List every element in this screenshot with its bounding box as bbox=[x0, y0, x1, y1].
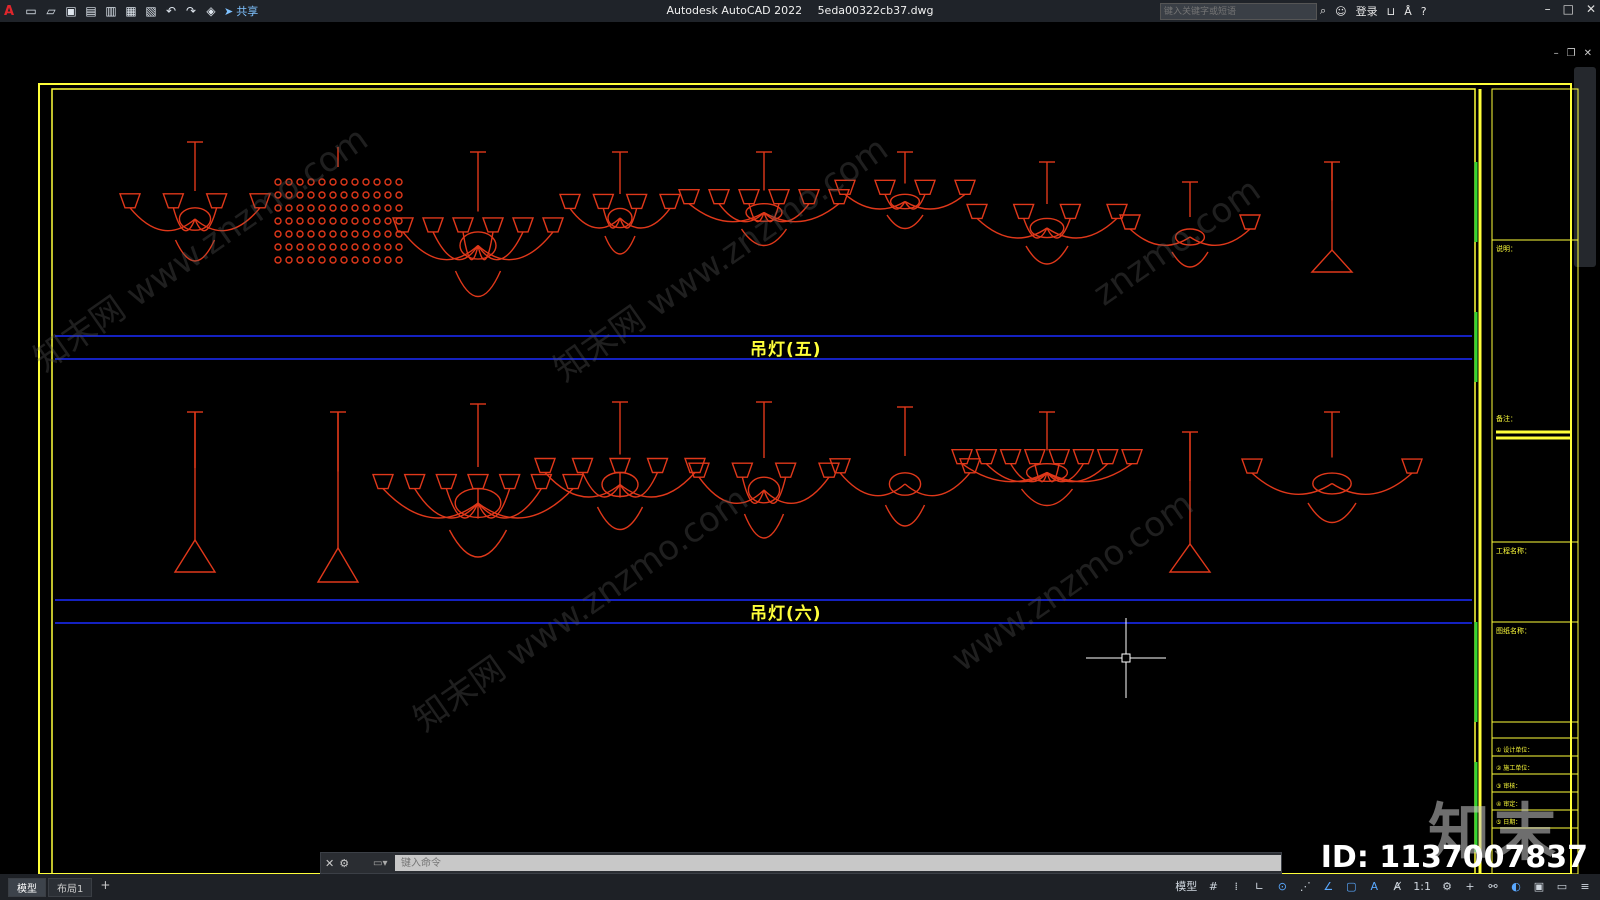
minimize-icon[interactable]: – bbox=[1545, 2, 1551, 16]
title-bar: A ▭ ▱ ▣ ▤ ▥ ▦ ▧ ↶ ↷ ◈ ➤ 共享 Autodesk AutoC… bbox=[0, 0, 1600, 22]
file-name: 5eda00322cb37.dwg bbox=[817, 4, 934, 17]
add-layout-button[interactable]: + bbox=[94, 878, 116, 897]
osnap-icon[interactable]: ▢ bbox=[1344, 879, 1358, 893]
status-toggles: 模型 # ⁞ ∟ ⊙ ⋰ ∠ ▢ A Ⱥ 1:1 ⚙ + ⚯ ◐ ▣ ▭ ≡ bbox=[1175, 878, 1592, 894]
project-name-label: 工程名称： bbox=[1496, 547, 1531, 555]
user-icon[interactable]: ☺ bbox=[1335, 5, 1346, 18]
open-icon[interactable]: ▱ bbox=[44, 4, 58, 18]
id-watermark: ID: 1137007837 bbox=[1320, 840, 1588, 875]
chandelier-drawing bbox=[173, 411, 217, 573]
help-icon[interactable]: ? bbox=[1421, 5, 1427, 18]
quick-access-toolbar: A ▭ ▱ ▣ ▤ ▥ ▦ ▧ ↶ ↷ ◈ ➤ 共享 bbox=[4, 2, 258, 20]
close-icon[interactable]: ✕ bbox=[1586, 2, 1596, 16]
chandelier-drawing bbox=[1119, 181, 1261, 268]
close-command-icon[interactable]: ✕ bbox=[325, 857, 334, 870]
layout-tabs: 模型 布局1 + bbox=[8, 878, 116, 897]
chandelier-drawing bbox=[1241, 411, 1423, 523]
redo-icon[interactable]: ↷ bbox=[184, 4, 198, 18]
model-space-button[interactable]: 模型 bbox=[1175, 878, 1197, 894]
chandelier-drawing bbox=[274, 147, 403, 264]
add-icon[interactable]: + bbox=[1463, 879, 1477, 893]
open-web-icon[interactable]: ▥ bbox=[104, 4, 118, 18]
grid-icon[interactable]: # bbox=[1206, 879, 1220, 893]
account-area: ⌕ ☺ 登录 ⊔ Å ? bbox=[1320, 2, 1427, 20]
command-line-buttons: ✕ ⚙ bbox=[321, 857, 373, 870]
share-icon: ➤ bbox=[224, 4, 234, 18]
chandelier-drawing bbox=[834, 151, 976, 230]
chandelier-drawing bbox=[534, 401, 706, 531]
drawing-canvas bbox=[38, 83, 1579, 874]
remarks-heading: 备注： bbox=[1496, 415, 1517, 423]
snap-icon[interactable]: ⁞ bbox=[1229, 879, 1243, 893]
command-history-icon[interactable]: ▭▾ bbox=[373, 858, 395, 869]
maximize-icon[interactable]: □ bbox=[1563, 2, 1574, 16]
annotation-scale[interactable]: 1:1 bbox=[1413, 880, 1431, 893]
object-snap-tracking-icon[interactable]: ∠ bbox=[1321, 879, 1335, 893]
outer-frame bbox=[38, 83, 1572, 874]
chandelier-drawing bbox=[678, 151, 850, 246]
workspace-icon[interactable]: ◈ bbox=[204, 4, 218, 18]
autodesk-a360-icon[interactable]: Å bbox=[1404, 5, 1412, 18]
chandelier-drawing bbox=[966, 161, 1128, 265]
command-input[interactable] bbox=[395, 855, 1281, 871]
auto-scale-icon[interactable]: Ⱥ bbox=[1390, 879, 1404, 893]
annotation-visibility-icon[interactable]: A bbox=[1367, 879, 1381, 893]
chandelier-row-1 bbox=[119, 141, 1354, 298]
drawing-viewport[interactable]: – ❐ ✕ 吊灯(五) 吊灯(六) 说明： 备注： 工程名称： 图纸名称： ① … bbox=[0, 22, 1600, 874]
customize-icon[interactable]: ⚙ bbox=[339, 857, 349, 870]
tb-row: ① 设计单位： bbox=[1496, 747, 1534, 754]
chandelier-drawing bbox=[559, 151, 681, 255]
search-input[interactable] bbox=[1161, 4, 1317, 20]
search-box bbox=[1160, 3, 1317, 20]
chandelier-drawing bbox=[316, 411, 360, 583]
polar-icon[interactable]: ⊙ bbox=[1275, 879, 1289, 893]
drawing-name-label: 图纸名称： bbox=[1496, 627, 1531, 635]
autocad-logo-icon[interactable]: A bbox=[4, 4, 18, 19]
chandelier-drawing bbox=[392, 151, 564, 298]
isometric-icon[interactable]: ⋰ bbox=[1298, 879, 1312, 893]
tb-row: ② 施工单位： bbox=[1496, 765, 1534, 772]
chandelier-drawing bbox=[1168, 431, 1212, 573]
command-line: ✕ ⚙ ▭▾ bbox=[320, 852, 1282, 874]
chandelier-drawing bbox=[688, 401, 840, 539]
window-controls: – □ ✕ bbox=[1545, 2, 1596, 16]
hardware-accel-icon[interactable]: ▣ bbox=[1532, 879, 1546, 893]
customize-status-icon[interactable]: ≡ bbox=[1578, 879, 1592, 893]
row1-title: 吊灯(五) bbox=[750, 340, 822, 360]
undo-icon[interactable]: ↶ bbox=[164, 4, 178, 18]
tab-model[interactable]: 模型 bbox=[8, 878, 46, 897]
clean-screen-icon[interactable]: ▭ bbox=[1555, 879, 1569, 893]
chandelier-row-2 bbox=[173, 401, 1423, 583]
app-title: Autodesk AutoCAD 2022 bbox=[666, 4, 803, 17]
saveas-icon[interactable]: ▤ bbox=[84, 4, 98, 18]
tab-layout1[interactable]: 布局1 bbox=[48, 878, 93, 897]
share-label: 共享 bbox=[236, 5, 259, 18]
units-icon[interactable]: ⚯ bbox=[1486, 879, 1500, 893]
notes-heading: 说明： bbox=[1496, 245, 1517, 253]
workspace-gear-icon[interactable]: ⚙ bbox=[1440, 879, 1454, 893]
chandelier-drawing bbox=[829, 406, 981, 527]
new-icon[interactable]: ▭ bbox=[24, 4, 38, 18]
share-button[interactable]: ➤ 共享 bbox=[224, 3, 258, 19]
save-icon[interactable]: ▣ bbox=[64, 4, 78, 18]
cart-icon[interactable]: ⊔ bbox=[1387, 5, 1396, 18]
row2-title: 吊灯(六) bbox=[750, 604, 822, 624]
save-web-icon[interactable]: ▦ bbox=[124, 4, 138, 18]
login-button[interactable]: 登录 bbox=[1356, 3, 1378, 19]
chandelier-drawing bbox=[119, 141, 271, 262]
plot-icon[interactable]: ▧ bbox=[144, 4, 158, 18]
chandelier-drawing bbox=[1310, 161, 1354, 273]
crosshair-cursor bbox=[1086, 618, 1166, 698]
search-icon[interactable]: ⌕ bbox=[1320, 4, 1326, 18]
chandelier-drawing bbox=[372, 403, 584, 558]
ortho-icon[interactable]: ∟ bbox=[1252, 879, 1266, 893]
status-bar: 模型 布局1 + 模型 # ⁞ ∟ ⊙ ⋰ ∠ ▢ A Ⱥ 1:1 ⚙ + ⚯ … bbox=[0, 874, 1600, 900]
isolate-icon[interactable]: ◐ bbox=[1509, 879, 1523, 893]
